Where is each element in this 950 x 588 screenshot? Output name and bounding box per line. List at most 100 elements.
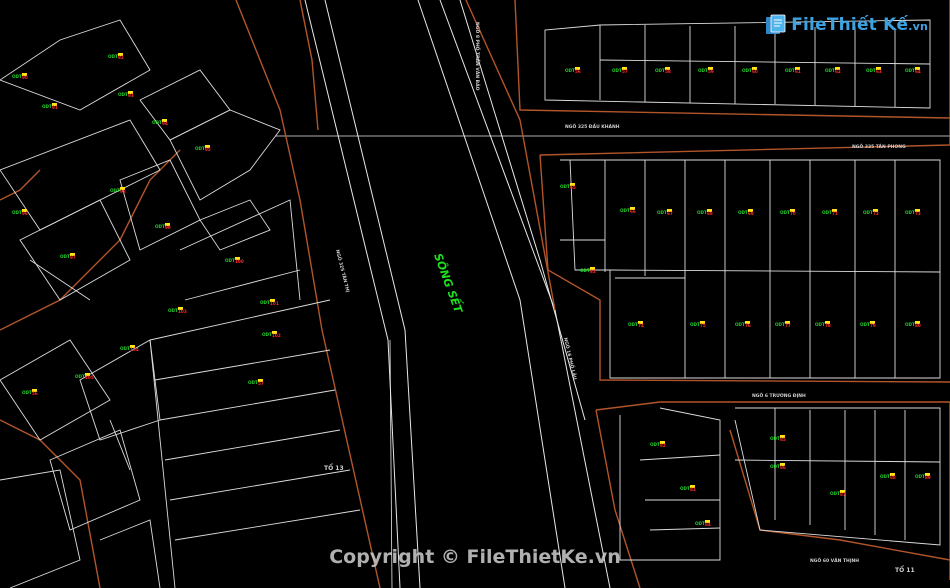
- lot-code-label: ODT: [866, 68, 876, 73]
- lot-number-label: 56: [32, 391, 38, 396]
- lot-number-label: 97: [70, 255, 76, 260]
- filethietke-logo: FileThiết Kế.vn: [765, 14, 928, 36]
- lot-number-label: 67: [667, 211, 673, 216]
- lot-code-label: ODT: [830, 491, 840, 496]
- lot-code-label: ODT: [650, 442, 660, 447]
- lot-number-label: 71: [832, 211, 838, 216]
- lot-code-label: ODT: [612, 68, 622, 73]
- lot-code-label: ODT: [695, 521, 705, 526]
- lot-number-label: 93: [128, 93, 134, 98]
- lot-code-label: ODT: [248, 380, 258, 385]
- lot-code-label: ODT: [785, 68, 795, 73]
- lot-code-label: ODT: [735, 322, 745, 327]
- lot-number-label: 78: [825, 323, 831, 328]
- lot-code-label: ODT: [863, 210, 873, 215]
- copyright-watermark: Copyright © FileThietKe.vn: [0, 546, 950, 568]
- lot-code-label: ODT: [12, 210, 22, 215]
- lot-number-label: 62: [835, 69, 841, 74]
- lot-code-label: ODT: [657, 210, 667, 215]
- lot-number-label: 57: [258, 381, 264, 386]
- lot-number-label: 73: [915, 211, 921, 216]
- lot-number-label: 74: [638, 323, 644, 328]
- lot-code-label: ODT: [915, 474, 925, 479]
- lot-number-label: 94: [162, 121, 168, 126]
- lot-code-label: ODT: [697, 210, 707, 215]
- lot-code-label: ODT: [108, 54, 118, 59]
- lot-number-label: 89: [925, 475, 931, 480]
- lot-code-label: ODT: [168, 308, 178, 313]
- lot-code-label: ODT: [195, 146, 205, 151]
- lot-number-label: 81: [590, 269, 596, 274]
- lot-number-label: 95: [205, 147, 211, 152]
- lot-number-label: 100: [235, 259, 244, 264]
- lot-code-label: ODT: [628, 322, 638, 327]
- lot-number-label: 88: [890, 475, 896, 480]
- lot-number-label: 77: [785, 323, 791, 328]
- lot-code-label: ODT: [120, 346, 130, 351]
- lot-code-label: ODT: [655, 68, 665, 73]
- lot-code-label: ODT: [905, 68, 915, 73]
- cad-site-plan: ODT 56 ODT 57 ODT 58 ODT 59 ODT 60 ODT 61 ODT 62 ODT 63…: [0, 0, 950, 588]
- lot-code-label: ODT: [262, 332, 272, 337]
- lot-number-label: 98: [120, 189, 126, 194]
- lot-number-label: 90: [22, 75, 28, 80]
- lot-code-label: ODT: [152, 120, 162, 125]
- lot-code-label: ODT: [75, 374, 85, 379]
- lot-number-label: 86: [780, 465, 786, 470]
- lot-code-label: ODT: [680, 486, 690, 491]
- logo-text-part: File: [791, 15, 827, 35]
- lot-code-label: ODT: [580, 268, 590, 273]
- logo-text-part: Thiết Kế: [826, 15, 909, 35]
- lot-number-label: 85: [780, 437, 786, 442]
- lot-code-label: ODT: [905, 322, 915, 327]
- lot-number-label: 60: [752, 69, 758, 74]
- lot-number-label: 91: [52, 105, 58, 110]
- lot-code-label: ODT: [770, 436, 780, 441]
- lot-number-label: 57: [622, 69, 628, 74]
- lot-code-label: ODT: [60, 254, 70, 259]
- logo-text: FileThiết Kế.vn: [791, 15, 928, 35]
- lot-code-label: ODT: [155, 224, 165, 229]
- lot-number-label: 103: [178, 309, 187, 314]
- lot-number-label: 87: [840, 492, 846, 497]
- lot-code-label: ODT: [698, 68, 708, 73]
- lot-number-label: 105: [85, 375, 94, 380]
- logo-mark-icon: [765, 14, 787, 36]
- lot-number-label: 56: [575, 69, 581, 74]
- street-label: NGÕ 335 TÂN PHONG: [852, 143, 906, 150]
- street-label: NGÕ 6 TRƯƠNG ĐỊNH: [752, 392, 806, 399]
- lot-code-label: ODT: [22, 390, 32, 395]
- lot-code-label: ODT: [822, 210, 832, 215]
- lot-code-label: ODT: [860, 322, 870, 327]
- lot-code-label: ODT: [815, 322, 825, 327]
- lot-number-label: 96: [22, 211, 28, 216]
- lot-code-label: ODT: [42, 104, 52, 109]
- lot-number-label: 79: [870, 323, 876, 328]
- lot-number-label: 80: [915, 323, 921, 328]
- lot-number-label: 104: [130, 347, 139, 352]
- lot-number-label: 61: [795, 69, 801, 74]
- lot-number-label: 99: [165, 225, 171, 230]
- lot-number-label: 75: [700, 323, 706, 328]
- lot-number-label: 92: [118, 55, 124, 60]
- lot-number-label: 102: [272, 333, 281, 338]
- lot-number-label: 63: [876, 69, 882, 74]
- lot-number-label: 59: [708, 69, 714, 74]
- lot-code-label: ODT: [775, 322, 785, 327]
- street-label: TỔ 13: [324, 464, 344, 472]
- lot-number-label: 66: [630, 209, 636, 214]
- lot-code-label: ODT: [260, 300, 270, 305]
- lot-code-label: ODT: [905, 210, 915, 215]
- lot-number-label: 83: [690, 487, 696, 492]
- lot-code-label: ODT: [770, 464, 780, 469]
- lot-number-label: 68: [707, 211, 713, 216]
- lot-code-label: ODT: [620, 208, 630, 213]
- lot-code-label: ODT: [225, 258, 235, 263]
- lot-number-label: 70: [790, 211, 796, 216]
- lot-number-label: 76: [745, 323, 751, 328]
- lot-number-label: 69: [748, 211, 754, 216]
- lot-number-label: 65: [570, 185, 576, 190]
- logo-text-suffix: .vn: [908, 20, 928, 33]
- copyright-text: Copyright © FileThietKe.vn: [329, 546, 621, 568]
- lot-code-label: ODT: [118, 92, 128, 97]
